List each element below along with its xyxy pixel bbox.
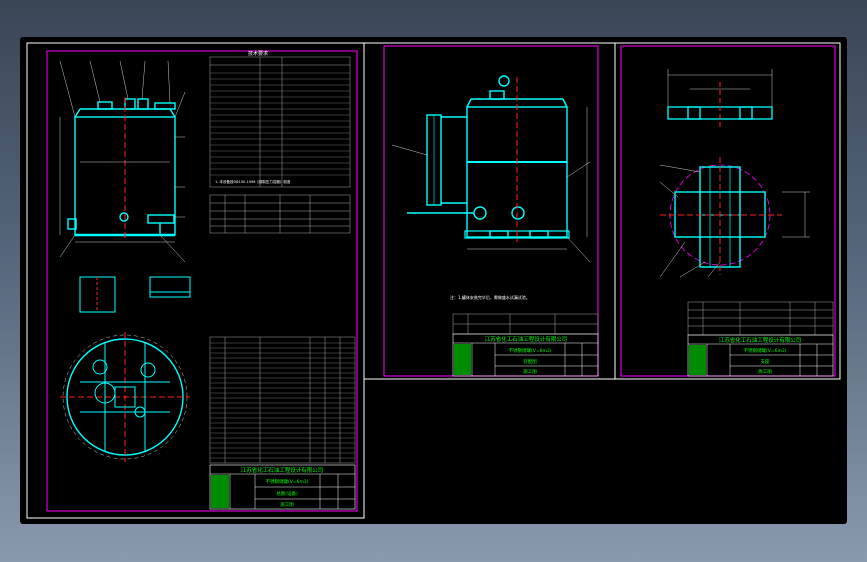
- title-block-1-drawing-name: 不锈钢储罐(V=6m3): [266, 478, 309, 485]
- nozzle-table: [209, 194, 351, 234]
- sheet-1-note: 1. 本设备按GB150-1998《钢制压力容器》制造: [215, 179, 291, 184]
- parts-list-1-rows: [210, 342, 355, 459]
- title-block-1-company: 江苏省化工石油工程设计有限公司: [241, 466, 324, 474]
- support-plan-view: [660, 157, 782, 275]
- title-block-3-drawing-name: 不锈钢储罐(V=6m3): [744, 347, 787, 354]
- title-block-1-sub-name: 总图(设备): [276, 490, 298, 497]
- sheet-1-border: [26, 42, 365, 519]
- title-block-2-stage: 施工图: [523, 368, 537, 375]
- title-block-3-sub-name: 支座: [761, 358, 770, 365]
- title-block-2: 江苏省化工石油工程设计有限公司 不锈钢储罐(V=6m3) 装配图 施工图: [452, 333, 599, 377]
- assembly-elevation: [407, 75, 570, 239]
- parts-list-2: [452, 313, 599, 335]
- sheet-1: 技术要求 1. 本设备按GB150-1998《钢制压力容器》制造 江苏省化工石油…: [26, 42, 365, 519]
- sheet-3-frame: [620, 45, 836, 377]
- parts-list-3: [687, 301, 834, 336]
- parts-list-1: [209, 336, 356, 464]
- title-block-3: 江苏省化工石油工程设计有限公司 不锈钢储罐(V=6m3) 支座 施工图: [687, 334, 834, 377]
- title-block-1: 江苏省化工石油工程设计有限公司 不锈钢储罐(V=6m3) 总图(设备) 施工图: [209, 464, 356, 510]
- sheet-2-frame: [383, 45, 599, 377]
- cad-drawing-canvas[interactable]: 技术要求 1. 本设备按GB150-1998《钢制压力容器》制造 江苏省化工石油…: [20, 37, 847, 524]
- title-block-2-sub-name: 装配图: [523, 358, 537, 365]
- sheet-3-border: [614, 42, 841, 380]
- tank-elevation: [67, 98, 176, 237]
- title-block-2-drawing-name: 不锈钢储罐(V=6m3): [509, 347, 552, 354]
- detail-views: [79, 276, 191, 313]
- cad-drawing: 技术要求 1. 本设备按GB150-1998《钢制压力容器》制造 江苏省化工石油…: [26, 42, 841, 519]
- spec-table-rows: [210, 72, 350, 176]
- title-block-3-stage: 施工图: [758, 368, 772, 375]
- title-block-3-company: 江苏省化工石油工程设计有限公司: [719, 336, 802, 344]
- assembly-dims: [391, 107, 591, 263]
- sheet-2: 注：1.罐体安装完毕后，需做盛水试漏试验。 江苏省化工石油工程设计有限公司 不锈…: [363, 42, 616, 380]
- sheet-2-note: 注：1.罐体安装完毕后，需做盛水试漏试验。: [450, 294, 530, 300]
- tank-elevation-dims: [59, 60, 186, 263]
- title-block-1-stage: 施工图: [280, 501, 294, 508]
- sheet-3: 江苏省化工石油工程设计有限公司 不锈钢储罐(V=6m3) 支座 施工图: [614, 42, 841, 380]
- tank-plan-view: [60, 332, 190, 462]
- sheet-1-frame: [46, 50, 358, 512]
- tech-requirements-heading: 技术要求: [248, 50, 268, 57]
- title-block-2-company: 江苏省化工石油工程设计有限公司: [485, 335, 568, 343]
- spec-table: [209, 56, 351, 188]
